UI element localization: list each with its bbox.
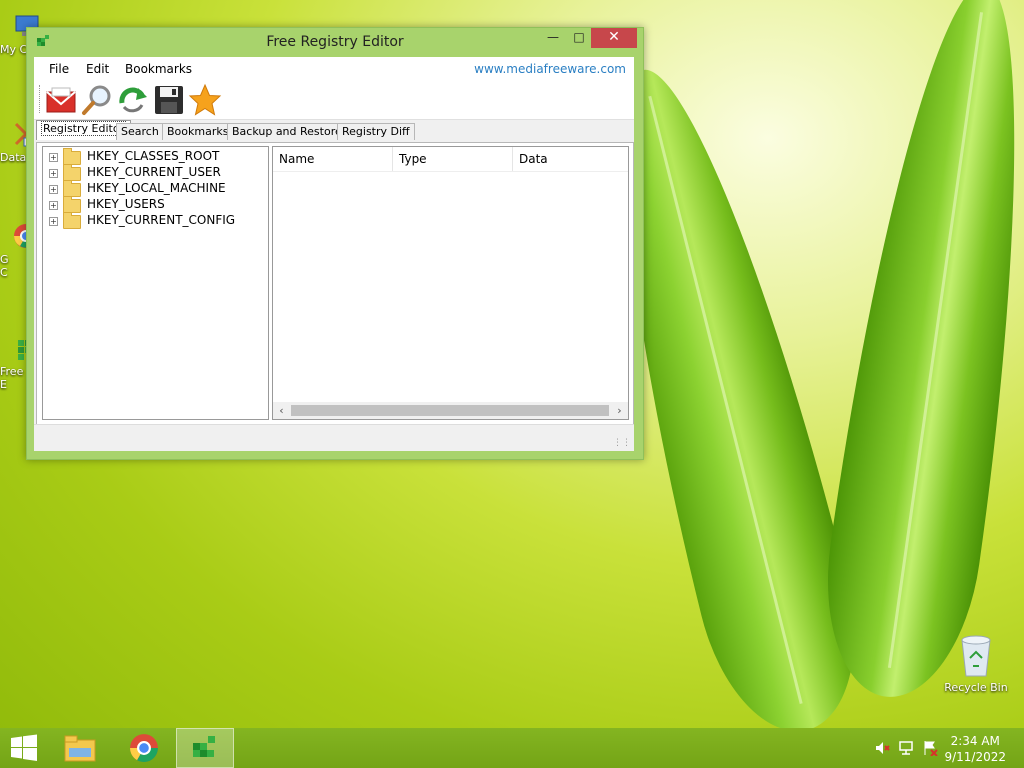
desktop-icon-recycle-bin[interactable]: Recycle Bin (944, 632, 1008, 694)
registry-editor-icon (193, 736, 215, 757)
taskbar-chrome[interactable] (124, 728, 164, 768)
expand-icon[interactable]: + (49, 201, 58, 210)
registry-editor-panel: + HKEY_CLASSES_ROOT + HKEY_CURRENT_USER … (36, 142, 634, 425)
scroll-left-icon[interactable]: ‹ (273, 402, 290, 419)
taskbar: 2:34 AM 9/11/2022 (0, 728, 1024, 768)
menu-edit[interactable]: Edit (86, 62, 109, 76)
status-bar: ⋮⋮ (34, 424, 634, 451)
tab-backup-and-restore[interactable]: Backup and Restore (227, 123, 347, 140)
tab-bookmarks[interactable]: Bookmarks (162, 123, 234, 140)
folder-icon (63, 196, 81, 213)
recycle-bin-icon (961, 635, 991, 677)
clock-time: 2:34 AM (950, 734, 1000, 748)
close-button[interactable]: ✕ (591, 28, 637, 48)
expand-icon[interactable]: + (49, 217, 58, 226)
website-link[interactable]: www.mediafreeware.com (474, 62, 626, 76)
tree-node-label: HKEY_CURRENT_USER (87, 165, 221, 179)
column-header-name[interactable]: Name (273, 147, 393, 171)
column-header-data[interactable]: Data (513, 147, 628, 171)
registry-tree[interactable]: + HKEY_CLASSES_ROOT + HKEY_CURRENT_USER … (42, 146, 269, 420)
folder-icon (63, 180, 81, 197)
clock-date: 9/11/2022 (944, 750, 1006, 764)
menu-bookmarks[interactable]: Bookmarks (125, 62, 192, 76)
action-center-flag-icon[interactable] (922, 740, 938, 756)
taskbar-free-registry-editor[interactable] (176, 728, 234, 768)
tab-label: Registry Editor (41, 121, 127, 136)
toolbar (34, 81, 634, 120)
menu-bar: File Edit Bookmarks www.mediafreeware.co… (34, 57, 634, 81)
folder-icon (63, 148, 81, 165)
minimize-button[interactable]: — (539, 28, 567, 48)
scroll-right-icon[interactable]: › (611, 402, 628, 419)
values-list[interactable]: Name Type Data ‹ › (272, 146, 629, 420)
tree-node-label: HKEY_CLASSES_ROOT (87, 149, 220, 163)
star-icon[interactable] (188, 83, 222, 117)
save-icon[interactable] (152, 83, 186, 117)
column-header-type[interactable]: Type (393, 147, 513, 171)
system-clock[interactable]: 2:34 AM 9/11/2022 (944, 733, 1006, 765)
folder-icon (64, 735, 96, 762)
network-icon[interactable] (898, 740, 914, 756)
resize-grip-icon[interactable]: ⋮⋮ (613, 438, 631, 448)
menu-file[interactable]: File (49, 62, 69, 76)
folder-icon (63, 164, 81, 181)
search-icon[interactable] (80, 83, 114, 117)
windows-logo-icon (11, 734, 37, 761)
expand-icon[interactable]: + (49, 153, 58, 162)
window-client-area: File Edit Bookmarks www.mediafreeware.co… (34, 57, 634, 451)
tab-registry-diff[interactable]: Registry Diff (337, 123, 415, 140)
desktop-icon-label: Recycle Bin (944, 681, 1008, 694)
tree-node-label: HKEY_USERS (87, 197, 165, 211)
expand-icon[interactable]: + (49, 169, 58, 178)
registry-editor-window: Free Registry Editor — □ ✕ File Edit Boo… (26, 27, 644, 460)
maximize-button[interactable]: □ (565, 28, 593, 48)
horizontal-scrollbar[interactable]: ‹ › (273, 402, 628, 419)
tab-search[interactable]: Search (116, 123, 164, 140)
tree-node-label: HKEY_CURRENT_CONFIG (87, 213, 236, 227)
toolbar-grip (39, 85, 42, 113)
start-button[interactable] (0, 728, 48, 768)
mail-icon[interactable] (44, 83, 78, 117)
tab-strip: Registry Editor Search Bookmarks Backup … (34, 120, 634, 140)
wallpaper-leaf (810, 0, 1024, 707)
chrome-icon (130, 734, 158, 762)
column-header-row: Name Type Data (273, 147, 628, 172)
folder-icon (63, 212, 81, 229)
expand-icon[interactable]: + (49, 185, 58, 194)
refresh-icon[interactable] (116, 83, 150, 117)
tree-node-label: HKEY_LOCAL_MACHINE (87, 181, 226, 195)
volume-muted-icon[interactable] (874, 740, 890, 756)
scrollbar-thumb[interactable] (291, 405, 609, 416)
taskbar-file-explorer[interactable] (60, 728, 100, 768)
title-bar[interactable]: Free Registry Editor — □ ✕ (27, 28, 643, 56)
